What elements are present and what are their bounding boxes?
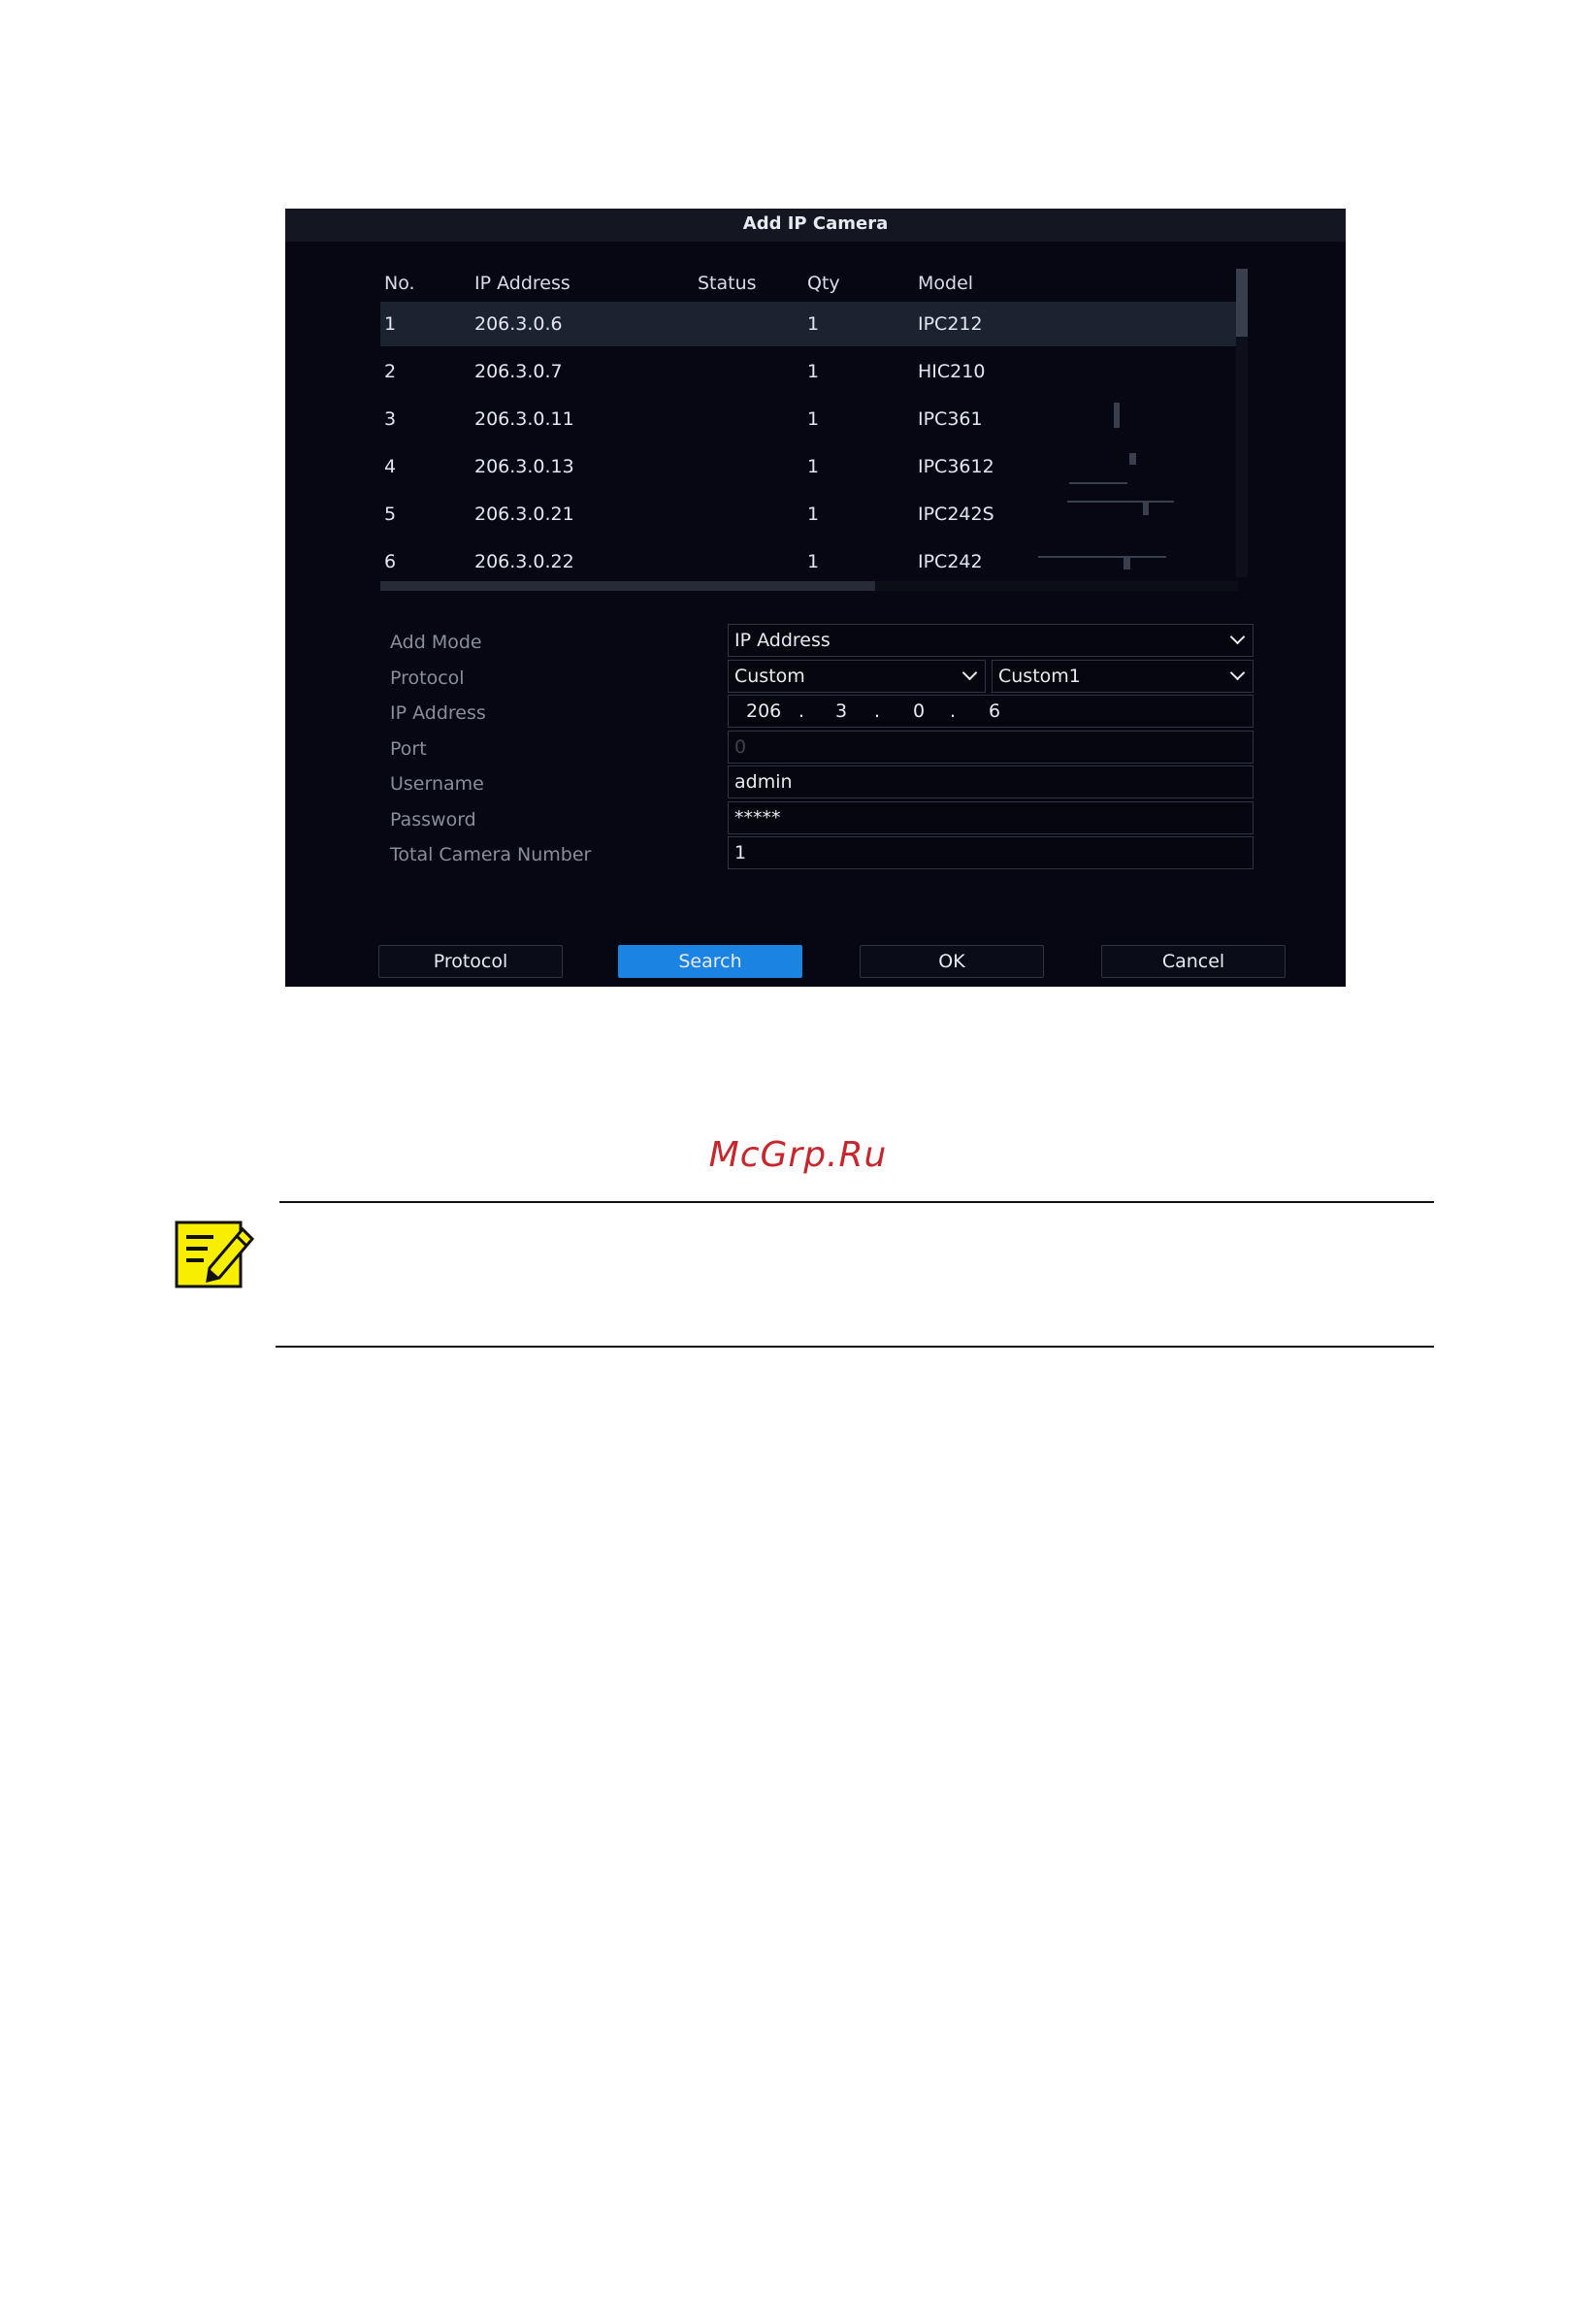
cell-no: 6: [384, 551, 397, 572]
ip-address-input[interactable]: 206 . 3 . 0 . 6: [728, 695, 1254, 728]
total-camera-number-label: Total Camera Number: [390, 844, 592, 865]
note-top-rule: [279, 1201, 1434, 1203]
table-row[interactable]: 5 206.3.0.21 1 IPC242S: [380, 492, 1238, 537]
ip-octet-1[interactable]: 206: [746, 696, 781, 727]
cell-ip: 206.3.0.13: [474, 456, 574, 477]
ip-octet-3[interactable]: 0: [913, 696, 925, 727]
add-ip-camera-dialog: Add IP Camera No. IP Address Status Qty …: [285, 209, 1346, 987]
ip-address-label: IP Address: [390, 702, 486, 724]
cell-model: IPC242S: [918, 504, 994, 525]
note-bottom-rule: [276, 1346, 1434, 1348]
ip-octet-4[interactable]: 6: [989, 696, 1000, 727]
cell-no: 4: [384, 456, 397, 477]
ip-dot: .: [950, 700, 957, 722]
cell-qty: 1: [807, 313, 820, 335]
protocol-button[interactable]: Protocol: [378, 945, 563, 978]
table-row[interactable]: 3 206.3.0.11 1 IPC361: [380, 397, 1238, 441]
chevron-down-icon: [961, 665, 978, 681]
protocol-value: Custom: [734, 666, 805, 687]
username-label: Username: [390, 773, 484, 795]
col-ip-address[interactable]: IP Address: [474, 273, 570, 294]
protocol-select[interactable]: Custom: [728, 660, 986, 693]
col-status[interactable]: Status: [698, 273, 757, 294]
total-camera-number-input[interactable]: 1: [728, 836, 1254, 869]
ip-dot: .: [798, 700, 805, 722]
cell-model: HIC210: [918, 361, 986, 382]
table-header: No. IP Address Status Qty Model: [285, 273, 1346, 298]
cell-qty: 1: [807, 551, 820, 572]
cell-no: 1: [384, 313, 397, 335]
cell-no: 3: [384, 408, 397, 430]
horizontal-scroll-thumb[interactable]: [380, 581, 875, 591]
port-label: Port: [390, 738, 427, 760]
cell-model: IPC3612: [918, 456, 994, 477]
search-button[interactable]: Search: [618, 945, 802, 978]
cell-qty: 1: [807, 456, 820, 477]
protocol-label: Protocol: [390, 667, 465, 689]
cell-qty: 1: [807, 504, 820, 525]
ip-octet-2[interactable]: 3: [835, 696, 847, 727]
cell-ip: 206.3.0.11: [474, 408, 574, 430]
artifact-mark: [1124, 556, 1130, 570]
ok-button[interactable]: OK: [860, 945, 1044, 978]
vertical-scroll-thumb[interactable]: [1236, 269, 1248, 337]
cancel-button[interactable]: Cancel: [1101, 945, 1286, 978]
chevron-down-icon: [1229, 629, 1246, 645]
artifact-mark: [1069, 482, 1127, 484]
protocol-sub-select[interactable]: Custom1: [992, 660, 1254, 693]
add-mode-select[interactable]: IP Address: [728, 624, 1254, 657]
col-model[interactable]: Model: [918, 273, 973, 294]
watermark: McGrp.Ru: [708, 1135, 888, 1175]
cell-no: 5: [384, 504, 397, 525]
cell-no: 2: [384, 361, 397, 382]
artifact-mark: [1114, 403, 1120, 428]
cell-model: IPC212: [918, 313, 983, 335]
note-pencil-icon: [175, 1221, 255, 1288]
add-mode-value: IP Address: [734, 630, 831, 651]
col-qty[interactable]: Qty: [807, 273, 840, 294]
artifact-mark: [1129, 453, 1136, 465]
artifact-mark: [1067, 501, 1174, 503]
cell-qty: 1: [807, 361, 820, 382]
cell-qty: 1: [807, 408, 820, 430]
ip-dot: .: [874, 700, 881, 722]
cell-model: IPC242: [918, 551, 983, 572]
username-input[interactable]: admin: [728, 765, 1254, 798]
port-input[interactable]: 0: [728, 731, 1254, 764]
table-row[interactable]: 6 206.3.0.22 1 IPC242: [380, 539, 1238, 584]
table-row[interactable]: 2 206.3.0.7 1 HIC210: [380, 349, 1238, 394]
protocol-sub-value: Custom1: [998, 666, 1081, 687]
cell-model: IPC361: [918, 408, 983, 430]
cell-ip: 206.3.0.21: [474, 504, 574, 525]
artifact-mark: [1143, 502, 1149, 515]
cell-ip: 206.3.0.7: [474, 361, 563, 382]
add-mode-label: Add Mode: [390, 632, 482, 653]
table-row[interactable]: 1 206.3.0.6 1 IPC212: [380, 302, 1238, 346]
cell-ip: 206.3.0.22: [474, 551, 574, 572]
chevron-down-icon: [1229, 665, 1246, 681]
col-no[interactable]: No.: [384, 273, 415, 294]
artifact-mark: [1038, 556, 1166, 558]
cell-ip: 206.3.0.6: [474, 313, 563, 335]
password-label: Password: [390, 809, 476, 830]
dialog-title: Add IP Camera: [285, 209, 1346, 242]
password-input[interactable]: *****: [728, 801, 1254, 834]
